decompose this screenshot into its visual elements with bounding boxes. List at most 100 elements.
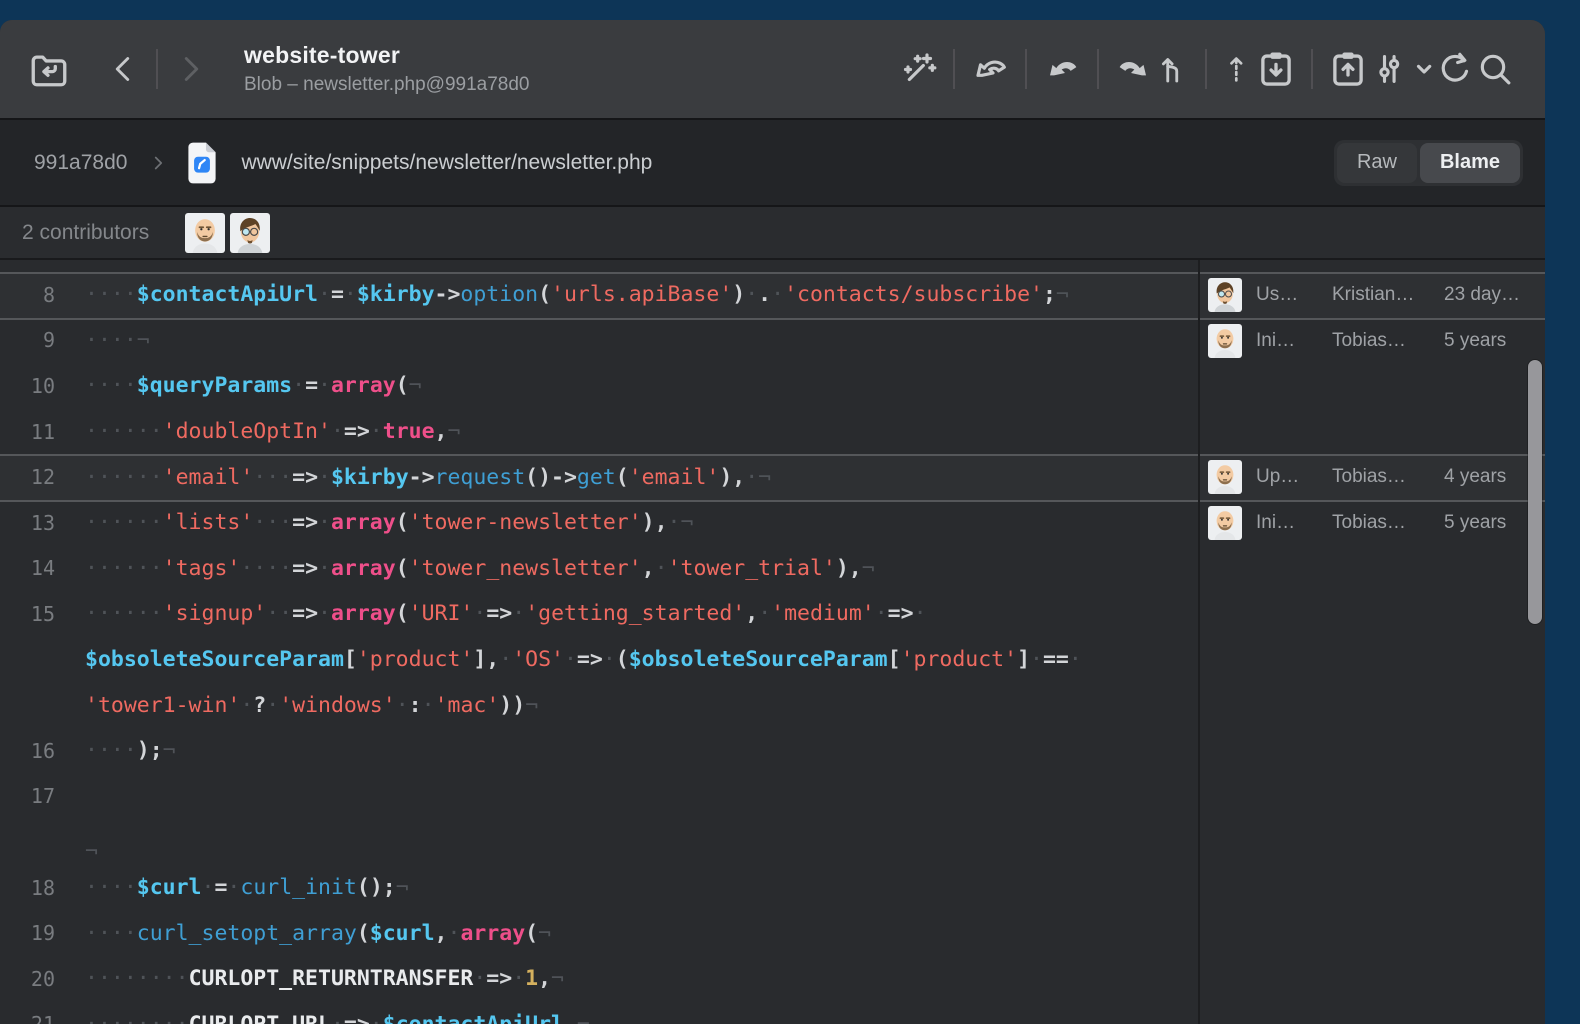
blame-commit-message: Ini… <box>1256 318 1322 364</box>
line-number: 12 <box>0 465 55 489</box>
contributor-avatars <box>185 213 270 253</box>
avatar-tobias[interactable] <box>1208 506 1242 540</box>
avatar-tobias[interactable] <box>1208 460 1242 494</box>
magic-wand-icon[interactable] <box>899 49 939 89</box>
window-title-block: website-tower Blob – newsletter.php@991a… <box>244 42 604 96</box>
dashed-up-arrow-icon[interactable] <box>1221 49 1255 89</box>
line-number: 8 <box>0 283 55 307</box>
avatar-kristian[interactable] <box>1208 278 1242 312</box>
code-row-line-16[interactable]: 16····);¬ <box>0 728 1198 774</box>
avatar-kristian[interactable] <box>230 213 270 253</box>
line-number: 21 <box>0 1012 55 1024</box>
blame-author: Tobias… <box>1332 500 1434 546</box>
code-text: ¬ <box>85 839 1198 865</box>
folder-back-icon[interactable] <box>26 48 72 90</box>
pull-tray-icon[interactable] <box>1255 48 1297 90</box>
code-row-line-10[interactable]: 10····$queryParams·=·array(¬ <box>0 363 1198 409</box>
code-text: ········CURLOPT_URL·=>·$contactApiUrl,¬ <box>85 1012 1198 1024</box>
blame-hunk[interactable]: Ini…Tobias…5 years <box>1200 318 1545 455</box>
php-file-icon <box>185 141 219 185</box>
code-text: $obsoleteSourceParam['product'],·'OS'·=>… <box>85 647 1198 672</box>
scrollbar-thumb[interactable] <box>1528 360 1542 624</box>
commit-hash[interactable]: 991a78d0 <box>34 151 127 175</box>
blame-row: Up…Tobias…4 years <box>1200 454 1545 500</box>
divider <box>156 49 158 89</box>
blame-date: 23 day… <box>1444 272 1545 318</box>
code-prestrip <box>0 260 1198 272</box>
blame-commit-message: Us… <box>1256 272 1322 318</box>
line-number: 19 <box>0 921 55 945</box>
code-row-line-9[interactable]: 9 ····¬ <box>0 318 1198 364</box>
code-text: ····curl_setopt_array($curl,·array(¬ <box>85 921 1198 946</box>
code-row-line-15-wrap1[interactable]: $obsoleteSourceParam['product'],·'OS'·=>… <box>0 637 1198 683</box>
repo-title: website-tower <box>244 42 604 69</box>
code-row-line-19[interactable]: 19 ····curl_setopt_array($curl,·array(¬ <box>0 910 1198 956</box>
blame-row: Ini…Tobias…5 years <box>1200 500 1545 546</box>
avatar-tobias[interactable] <box>1208 324 1242 358</box>
line-number: 20 <box>0 967 55 991</box>
raw-button[interactable]: Raw <box>1337 143 1417 183</box>
divider <box>1097 49 1099 89</box>
blame-column: Us…Kristian…23 day…Ini…Tobias…5 yearsUp…… <box>1198 260 1545 1024</box>
code-text: ······'lists'···=>·array('tower-newslett… <box>85 510 1198 535</box>
blame-button[interactable]: Blame <box>1420 143 1520 183</box>
blame-hunk[interactable]: Up…Tobias…4 years <box>1200 454 1545 500</box>
undo-filled-icon[interactable] <box>1041 49 1083 89</box>
file-path[interactable]: www/site/snippets/newsletter/newsletter.… <box>241 151 652 175</box>
line-number: 15 <box>0 602 55 626</box>
line-number: 10 <box>0 374 55 398</box>
blame-hunk[interactable]: Ini…Tobias…5 years <box>1200 500 1545 1024</box>
code-row-line-11[interactable]: 11······'doubleOptIn'·=>·true,¬ <box>0 409 1198 455</box>
app-window: website-tower Blob – newsletter.php@991a… <box>0 20 1545 1024</box>
code-text: 'tower1-win'·?·'windows'·:·'mac'))¬ <box>85 693 1198 718</box>
code-row-line-8[interactable]: 8 ····$contactApiUrl·=·$kirby->option('ur… <box>0 272 1198 318</box>
blame-author: Tobias… <box>1332 454 1434 500</box>
push-tray-icon[interactable] <box>1327 48 1369 90</box>
redo-filled-icon[interactable] <box>1113 49 1155 89</box>
code-text: ······'signup'··=>·array('URI'·=>·'getti… <box>85 601 1198 626</box>
forward-icon[interactable] <box>172 49 208 89</box>
divider <box>1025 49 1027 89</box>
code-text: ····¬ <box>85 328 1198 353</box>
code-row-line-13[interactable]: 13 ······'lists'···=>·array('tower-newsle… <box>0 500 1198 546</box>
blame-row: Us…Kristian…23 day… <box>1200 272 1545 318</box>
view-subtitle: Blob – newsletter.php@991a78d0 <box>244 74 604 96</box>
line-number: 9 <box>0 328 55 352</box>
divider <box>1205 49 1207 89</box>
line-number: 17 <box>0 784 55 808</box>
code-text: ····$curl·=·curl_init();¬ <box>85 875 1198 900</box>
code-row-line-17[interactable]: 17 <box>0 774 1198 820</box>
back-icon[interactable] <box>106 49 142 89</box>
code-row-line-14[interactable]: 14 ······'tags'····=>·array('tower_newsle… <box>0 546 1198 592</box>
search-icon[interactable] <box>1475 49 1515 89</box>
toolbar-left <box>0 48 208 90</box>
avatar-tobias[interactable] <box>185 213 225 253</box>
sliders-chevron-icon[interactable] <box>1369 49 1435 89</box>
code-row-line-15[interactable]: 15 ······'signup'··=>·array('URI'·=>·'get… <box>0 591 1198 637</box>
code-row-line-12[interactable]: 12······'email'···=>·$kirby->request()->… <box>0 454 1198 500</box>
blame-hunk[interactable]: Us…Kristian…23 day… <box>1200 272 1545 318</box>
merge-branch-icon[interactable] <box>1155 49 1191 89</box>
undo-outline-icon[interactable] <box>969 49 1011 89</box>
code-row-line-17-wrap1[interactable]: ¬ <box>0 819 1198 865</box>
divider <box>1311 49 1313 89</box>
code-text: ····$contactApiUrl·=·$kirby->option('url… <box>85 282 1198 307</box>
code-row-line-20[interactable]: 20········CURLOPT_RETURNTRANSFER·=>·1,¬ <box>0 956 1198 1002</box>
line-number: 13 <box>0 511 55 535</box>
blame-author: Tobias… <box>1332 318 1434 364</box>
breadcrumb-chevron-icon <box>147 150 169 176</box>
line-number: 14 <box>0 556 55 580</box>
refresh-icon[interactable] <box>1435 49 1475 89</box>
code-row-line-21[interactable]: 21 ········CURLOPT_URL·=>·$contactApiUrl,… <box>0 1002 1198 1024</box>
code-row-line-15-wrap2[interactable]: 'tower1-win'·?·'windows'·:·'mac'))¬ <box>0 682 1198 728</box>
code-column[interactable]: 8 ····$contactApiUrl·=·$kirby->option('ur… <box>0 260 1198 1024</box>
divider <box>953 49 955 89</box>
desktop-background: website-tower Blob – newsletter.php@991a… <box>0 0 1580 1024</box>
blame-commit-message: Ini… <box>1256 500 1322 546</box>
code-text: ······'tags'····=>·array('tower_newslett… <box>85 556 1198 581</box>
line-number: 16 <box>0 739 55 763</box>
code-row-line-18[interactable]: 18····$curl·=·curl_init();¬ <box>0 865 1198 911</box>
contributors-label: 2 contributors <box>22 221 149 245</box>
blame-author: Kristian… <box>1332 272 1434 318</box>
contributors-bar: 2 contributors <box>0 207 1545 260</box>
